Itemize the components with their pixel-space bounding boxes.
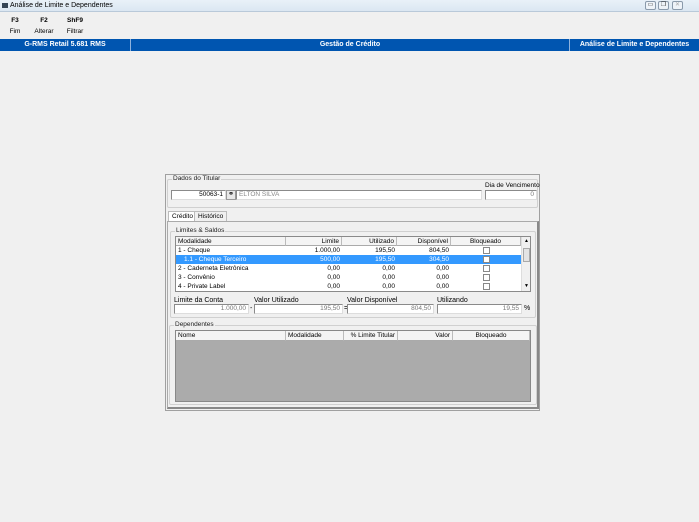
- group-label: Dados do Titular: [172, 175, 222, 182]
- cell-disponivel: 0,00: [436, 265, 449, 272]
- bloqueado-checkbox[interactable]: [483, 265, 490, 272]
- col-modalidade[interactable]: Modalidade: [176, 237, 286, 246]
- toolbar-filtrar-button[interactable]: ShF9 Filtrar: [63, 17, 87, 35]
- cell-utilizado: 0,00: [382, 274, 395, 281]
- col-nome[interactable]: Nome: [176, 331, 286, 341]
- minus-sign: -: [250, 305, 253, 312]
- table-row[interactable]: 2 - Caderneta Eletrônica 0,00 0,00 0,00: [176, 264, 521, 273]
- due-day-label: Dia de Vencimento: [485, 182, 540, 189]
- title-bar: Análise de Limite e Dependentes ▭ ❐ ✕: [0, 0, 699, 12]
- col-disponivel[interactable]: Disponível: [397, 237, 451, 246]
- toolbar-alterar-button[interactable]: F2 Alterar: [32, 17, 56, 35]
- using-label: Utilizando: [437, 297, 468, 304]
- group-label: Limites & Saldos: [175, 227, 226, 234]
- col-limite-titular[interactable]: % Limite Titular: [344, 331, 398, 341]
- cell-disponivel: 0,00: [436, 274, 449, 281]
- button-label: Alterar: [34, 28, 54, 35]
- available-value-field: 804,50: [347, 304, 434, 314]
- account-limit-label: Limite da Conta: [174, 297, 224, 304]
- cell-utilizado: 195,50: [375, 256, 395, 263]
- binoculars-icon: ⚭: [228, 191, 234, 198]
- dependents-grid: Nome Modalidade % Limite Titular Valor B…: [175, 330, 531, 402]
- cell-limite: 500,00: [320, 256, 340, 263]
- cell-disponivel: 804,50: [429, 247, 449, 254]
- scroll-thumb[interactable]: [523, 248, 530, 262]
- cell-limite: 0,00: [327, 265, 340, 272]
- due-day-field: 0: [485, 190, 537, 200]
- cell-utilizado: 0,00: [382, 265, 395, 272]
- cell-utilizado: 0,00: [382, 283, 395, 290]
- col-limite[interactable]: Limite: [286, 237, 342, 246]
- button-label: Fim: [9, 28, 21, 35]
- search-binoculars-button[interactable]: ⚭: [226, 190, 236, 200]
- cell-utilizado: 195,50: [375, 247, 395, 254]
- group-label: Dependentes: [174, 321, 215, 328]
- bloqueado-checkbox[interactable]: [483, 283, 490, 290]
- screen-title: Análise de Limite e Dependentes: [579, 41, 690, 48]
- col-modalidade[interactable]: Modalidade: [286, 331, 344, 341]
- titular-name-field: ELTON SILVA: [236, 190, 482, 200]
- shortcut-key: F2: [40, 17, 48, 24]
- table-row[interactable]: 3 - Convênio 0,00 0,00 0,00: [176, 273, 521, 282]
- cell-modalidade: 1.1 - Cheque Terceiro: [184, 256, 247, 263]
- col-valor[interactable]: Valor: [398, 331, 453, 341]
- window-title: Análise de Limite e Dependentes: [10, 2, 113, 9]
- bloqueado-checkbox[interactable]: [483, 274, 490, 281]
- module-title: Gestão de Crédito: [131, 39, 570, 51]
- cell-limite: 1.000,00: [314, 247, 340, 254]
- table-row[interactable]: 1 - Cheque 1.000,00 195,50 804,50: [176, 246, 521, 255]
- bloqueado-checkbox[interactable]: [483, 256, 490, 263]
- header-bar: G-RMS Retail 5.681 RMS Gestão de Crédito…: [0, 39, 699, 51]
- cell-modalidade: 1 - Cheque: [178, 247, 211, 254]
- cell-disponivel: 0,00: [436, 283, 449, 290]
- cell-modalidade: 4 - Private Label: [178, 283, 226, 290]
- table-row[interactable]: 1.1 - Cheque Terceiro 500,00 195,50 304,50: [176, 255, 521, 264]
- app-version: G-RMS Retail 5.681 RMS: [0, 39, 131, 51]
- close-button[interactable]: ✕: [672, 1, 683, 10]
- used-value-field: 195,50: [254, 304, 343, 314]
- minimize-button[interactable]: ▭: [645, 1, 656, 10]
- vertical-scrollbar[interactable]: ▲ ▼: [521, 237, 530, 291]
- cell-modalidade: 2 - Caderneta Eletrônica: [178, 265, 249, 272]
- scroll-down-icon[interactable]: ▼: [524, 283, 529, 289]
- bloqueado-checkbox[interactable]: [483, 247, 490, 254]
- col-utilizado[interactable]: Utilizado: [342, 237, 397, 246]
- scroll-up-icon[interactable]: ▲: [524, 238, 529, 244]
- available-value-label: Valor Disponível: [347, 297, 398, 304]
- col-bloqueado[interactable]: Bloqueado: [451, 237, 521, 246]
- cell-disponivel: 304,50: [429, 256, 449, 263]
- col-bloqueado[interactable]: Bloqueado: [453, 331, 530, 341]
- app-icon: [2, 3, 8, 8]
- cell-limite: 0,00: [327, 274, 340, 281]
- account-limit-field: 1.000,00: [174, 304, 249, 314]
- using-percent-field: 19,55: [437, 304, 522, 314]
- percent-sign: %: [524, 305, 531, 312]
- shortcut-key: ShF9: [67, 17, 83, 24]
- cell-modalidade: 3 - Convênio: [178, 274, 215, 281]
- limits-grid: Modalidade Limite Utilizado Disponível B…: [175, 236, 531, 292]
- cell-limite: 0,00: [327, 283, 340, 290]
- restore-button[interactable]: ❐: [658, 1, 669, 10]
- used-value-label: Valor Utilizado: [254, 297, 299, 304]
- button-label: Filtrar: [66, 28, 84, 35]
- shortcut-key: F3: [11, 17, 19, 24]
- titular-code-input[interactable]: 50063-1: [171, 190, 226, 200]
- table-row[interactable]: 4 - Private Label 0,00 0,00 0,00: [176, 282, 521, 291]
- toolbar-fim-button[interactable]: F3 Fim: [3, 17, 27, 35]
